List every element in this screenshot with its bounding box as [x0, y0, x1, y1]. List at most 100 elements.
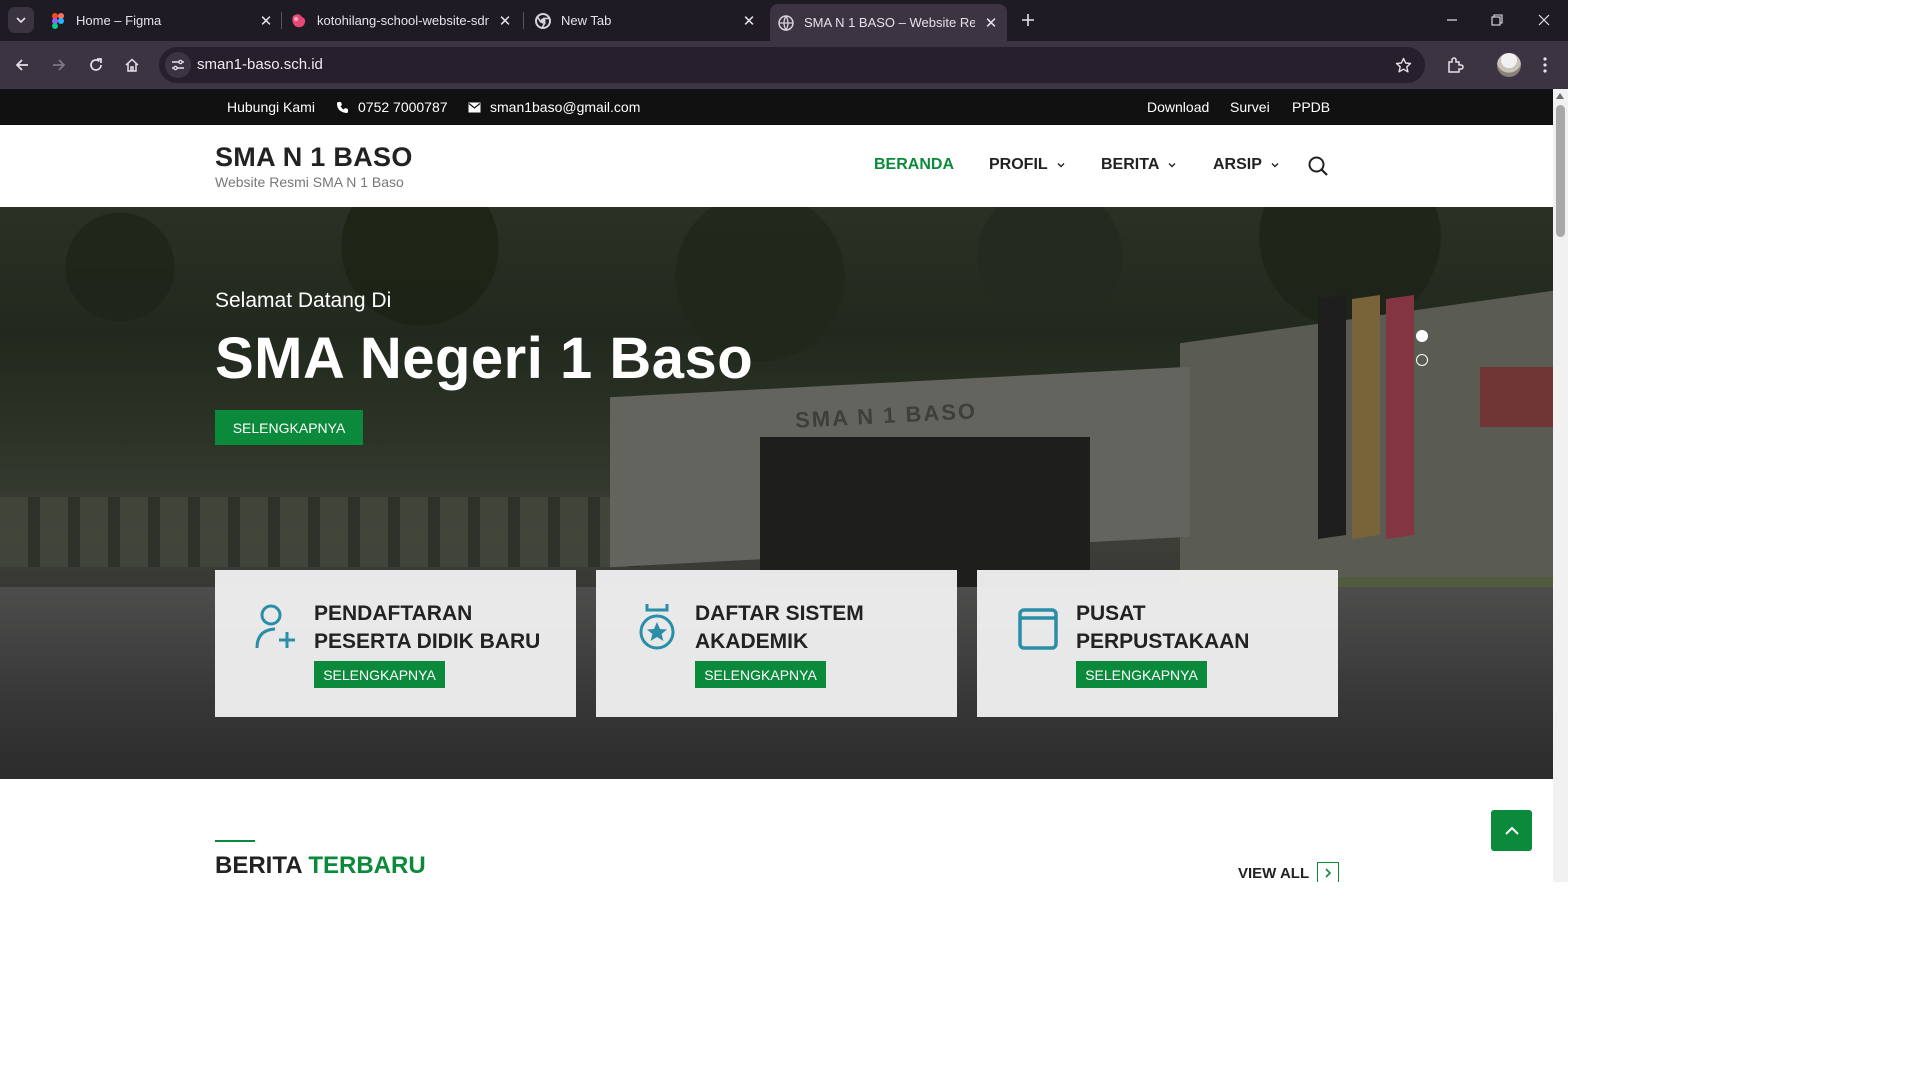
contact-link[interactable]: Hubungi Kami [227, 99, 315, 115]
phone-icon [335, 100, 349, 114]
hero-welcome: Selamat Datang Di [215, 289, 392, 312]
tab-title: kotohilang-school-website-sdn [317, 13, 489, 28]
tune-icon [172, 59, 184, 71]
card-title-line: DAFTAR SISTEM [695, 602, 864, 625]
address-bar[interactable]: sman1-baso.sch.id [159, 47, 1425, 83]
site-info-button[interactable] [165, 52, 191, 78]
feature-card-akademik: DAFTAR SISTEM AKADEMIK SELENGKAPNYA [596, 570, 957, 717]
close-tab-icon[interactable]: ✕ [983, 15, 999, 32]
feature-card-ppdb: PENDAFTARAN PESERTA DIDIK BARU SELENGKAP… [215, 570, 576, 717]
tab-new-tab[interactable]: New Tab ✕ [535, 6, 757, 35]
site-subtitle: Website Resmi SMA N 1 Baso [215, 174, 404, 190]
download-link[interactable]: Download [1147, 99, 1209, 115]
email-link[interactable]: sman1baso@gmail.com [467, 99, 640, 115]
medal-star-icon [639, 604, 675, 650]
news-section-title: BERITA TERBARU [215, 852, 426, 880]
close-window-button[interactable] [1532, 8, 1556, 32]
browser-toolbar: sman1-baso.sch.id [0, 41, 1568, 89]
chevron-right-icon [1317, 862, 1340, 882]
card-more-button[interactable]: SELENGKAPNYA [695, 661, 826, 688]
tab-separator [281, 12, 282, 29]
tab-title: SMA N 1 BASO – Website Resm [804, 15, 975, 30]
close-tab-icon[interactable]: ✕ [258, 13, 274, 30]
tab-search-button[interactable] [8, 7, 34, 33]
nav-profil[interactable]: PROFIL [989, 156, 1065, 174]
news-title-part2: TERBARU [308, 852, 426, 879]
back-button[interactable] [10, 53, 34, 77]
page-scrollbar[interactable] [1553, 89, 1568, 882]
restore-button[interactable] [1485, 8, 1509, 32]
search-icon [1308, 156, 1328, 176]
card-title: PUSAT PERPUSTAKAAN [1076, 600, 1326, 656]
user-add-icon [255, 604, 295, 649]
reload-icon [90, 58, 102, 71]
phone-link[interactable]: 0752 7000787 [335, 99, 448, 115]
star-icon [1395, 57, 1411, 72]
app-icon [291, 13, 307, 29]
chevron-down-icon [1271, 163, 1279, 168]
nav-label: ARSIP [1213, 156, 1262, 173]
chevron-down-icon [16, 17, 26, 24]
phone-number: 0752 7000787 [358, 99, 448, 115]
minimize-icon [1447, 19, 1457, 21]
site-header: SMA N 1 BASO Website Resmi SMA N 1 Baso … [0, 125, 1553, 207]
site-brand[interactable]: SMA N 1 BASO Website Resmi SMA N 1 Baso [215, 142, 413, 190]
globe-icon [778, 14, 794, 31]
browser-tab-bar: Home – Figma ✕ kotohilang-school-website… [0, 0, 1568, 41]
email-address: sman1baso@gmail.com [490, 99, 641, 115]
extensions-button[interactable] [1443, 53, 1467, 77]
tab-title: New Tab [561, 13, 612, 28]
slider-dot-2[interactable] [1416, 354, 1428, 366]
slider-dot-1[interactable] [1416, 330, 1428, 342]
nav-label: BERANDA [874, 156, 954, 173]
chevron-down-icon [1168, 163, 1176, 168]
search-button[interactable] [1306, 154, 1330, 178]
card-title-line: PENDAFTARAN [314, 602, 473, 625]
chevron-up-icon [1504, 826, 1519, 835]
chevron-down-icon [1057, 163, 1065, 168]
reload-button[interactable] [84, 53, 108, 77]
minimize-button[interactable] [1440, 8, 1464, 32]
card-title: DAFTAR SISTEM AKADEMIK [695, 600, 945, 656]
nav-beranda[interactable]: BERANDA [874, 156, 954, 174]
url-text: sman1-baso.sch.id [197, 56, 323, 73]
hero-more-button[interactable]: SELENGKAPNYA [215, 410, 363, 445]
tab-kotohilang[interactable]: kotohilang-school-website-sdn ✕ [291, 6, 513, 35]
view-all-link[interactable]: VIEW ALL [1238, 862, 1340, 882]
nav-label: BERITA [1101, 156, 1160, 173]
bookmark-button[interactable] [1393, 55, 1413, 75]
more-vertical-icon [1543, 57, 1547, 73]
card-title-line: PERPUSTAKAAN [1076, 630, 1250, 653]
new-tab-button[interactable] [1016, 8, 1040, 32]
close-tab-icon[interactable]: ✕ [741, 13, 757, 30]
tab-sman1baso[interactable]: SMA N 1 BASO – Website Resm ✕ [770, 4, 1007, 41]
nav-berita[interactable]: BERITA [1101, 156, 1176, 174]
contact-label: Hubungi Kami [227, 99, 315, 115]
scroll-up-arrow[interactable] [1556, 93, 1564, 99]
back-to-top-button[interactable] [1491, 810, 1532, 851]
arrow-left-icon [15, 59, 28, 71]
figma-icon [50, 12, 66, 29]
nav-arsip[interactable]: ARSIP [1213, 156, 1279, 174]
tab-figma[interactable]: Home – Figma ✕ [50, 6, 274, 35]
top-contact-bar: Hubungi Kami 0752 7000787 sman1baso@gmai… [0, 89, 1553, 125]
site-title: SMA N 1 BASO [215, 142, 413, 172]
section-divider [215, 840, 255, 842]
forward-button[interactable] [47, 53, 71, 77]
nav-label: PROFIL [989, 156, 1048, 173]
card-more-button[interactable]: SELENGKAPNYA [1076, 661, 1207, 688]
survei-link[interactable]: Survei [1230, 99, 1270, 115]
web-page: Hubungi Kami 0752 7000787 sman1baso@gmai… [0, 89, 1553, 882]
card-title-line: PESERTA DIDIK BARU [314, 630, 541, 653]
browser-menu-button[interactable] [1533, 53, 1557, 77]
plus-icon [1022, 14, 1034, 26]
scroll-thumb[interactable] [1556, 105, 1565, 237]
home-button[interactable] [120, 53, 144, 77]
close-tab-icon[interactable]: ✕ [497, 13, 513, 30]
close-icon [1538, 14, 1550, 26]
restore-icon [1491, 14, 1503, 26]
tab-separator [523, 12, 524, 29]
card-more-button[interactable]: SELENGKAPNYA [314, 661, 445, 688]
profile-avatar[interactable] [1497, 53, 1521, 77]
ppdb-link[interactable]: PPDB [1292, 99, 1330, 115]
